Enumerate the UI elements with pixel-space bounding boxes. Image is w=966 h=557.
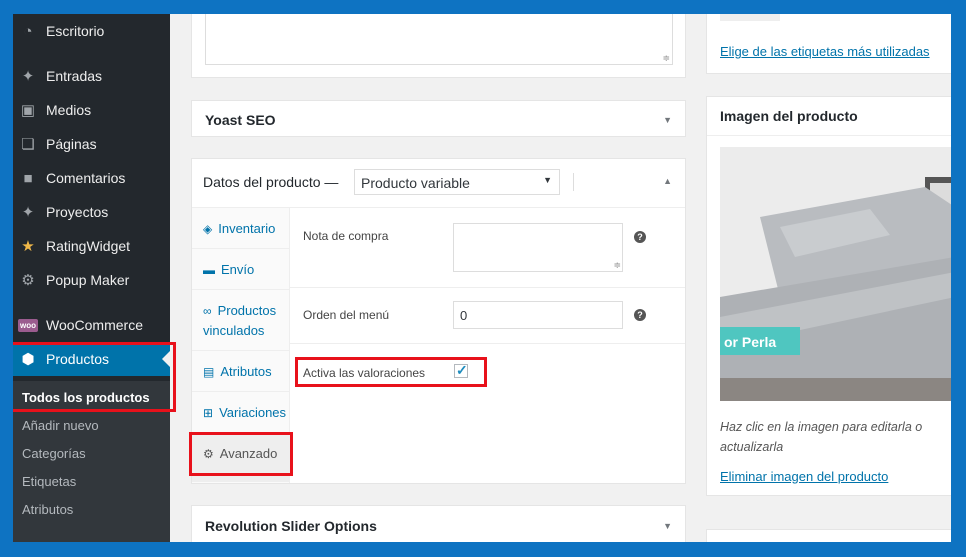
menu-item-medios[interactable]: ▣ Medios [13, 93, 170, 127]
woo-badge: woo [18, 318, 38, 332]
tab-variaciones[interactable]: ⊞ Variaciones [203, 403, 286, 423]
image-hint-text: Haz clic en la imagen para editarla o ac… [720, 420, 923, 454]
resize-handle-icon[interactable]: ≑ [662, 53, 670, 64]
divider [290, 287, 685, 288]
menu-label: Proyectos [46, 204, 109, 220]
product-image[interactable]: or Perla [720, 147, 951, 401]
wp-admin-window: ◔ Escritorio ✦ Entradas ▣ Medios ❏ Págin… [13, 14, 951, 542]
menu-item-comentarios[interactable]: ■ Comentarios [13, 161, 170, 195]
submenu-etiquetas[interactable]: Etiquetas [22, 474, 76, 489]
pushpin-icon: ✦ [21, 68, 35, 85]
caret-down-icon[interactable]: ▼ [663, 521, 672, 531]
menu-item-entradas[interactable]: ✦ Entradas [13, 59, 170, 93]
menu-label: Entradas [46, 68, 103, 84]
menu-order-input[interactable]: 0 [453, 301, 623, 329]
content-textarea[interactable]: ≑ [205, 14, 673, 65]
tab-label: Atributos [220, 364, 272, 379]
menu-label: WooCommerce [46, 317, 143, 333]
input-value: 0 [460, 308, 468, 323]
divider [192, 248, 289, 249]
highlight-avanzado [189, 432, 293, 476]
menu-label: Medios [46, 102, 92, 118]
menu-label: Popup Maker [46, 272, 130, 288]
remove-image-link[interactable]: Eliminar imagen del producto [720, 469, 888, 484]
pushpin-icon: ✦ [21, 204, 35, 221]
image-overlay-text: or Perla [724, 334, 776, 350]
grid-icon: ⊞ [203, 406, 214, 420]
tab-productos-vinculados[interactable]: ∞ Productos vinculados [203, 301, 287, 341]
tags-panel: Elige de las etiquetas más utilizadas [706, 14, 951, 74]
tab-label: Inventario [218, 221, 276, 236]
select-value: Producto variable [361, 175, 470, 191]
tab-label: Envío [221, 262, 255, 277]
menu-item-paginas[interactable]: ❏ Páginas [13, 127, 170, 161]
panel-title: Datos del producto — [203, 174, 339, 190]
resize-handle-icon[interactable]: ≑ [613, 260, 621, 271]
highlight-reviews [295, 357, 487, 387]
help-icon[interactable]: ? [634, 309, 646, 321]
truck-icon: ▬ [203, 263, 215, 277]
divider [192, 350, 289, 351]
menu-label: Escritorio [46, 23, 105, 39]
divider [192, 289, 289, 290]
menu-label: RatingWidget [46, 238, 131, 254]
divider [192, 391, 289, 392]
revslider-panel[interactable]: Revolution Slider Options ▼ [191, 505, 686, 542]
tag-icon: ◈ [203, 222, 213, 236]
pages-icon: ❏ [21, 136, 35, 153]
panel-title: Yoast SEO [205, 112, 276, 128]
highlight-productos [13, 342, 176, 412]
most-used-tags-link[interactable]: Elige de las etiquetas más utilizadas [720, 44, 930, 59]
submenu-categorias[interactable]: Categorías [22, 446, 86, 461]
media-icon: ▣ [20, 102, 36, 119]
star-icon: ★ [21, 238, 35, 255]
submenu-anadir-nuevo[interactable]: Añadir nuevo [22, 418, 99, 433]
caret-up-icon[interactable]: ▲ [663, 176, 672, 186]
tab-label: Variaciones [219, 405, 287, 420]
menu-item-proyectos[interactable]: ✦ Proyectos [13, 195, 170, 229]
product-type-select[interactable]: Producto variable ▼ [354, 169, 560, 195]
caret-down-icon[interactable]: ▼ [663, 115, 672, 125]
tab-label: Productos vinculados [203, 303, 277, 338]
menu-label: Páginas [46, 136, 97, 152]
divider [573, 173, 574, 191]
bed-photo: or Perla [720, 147, 951, 401]
comments-icon: ■ [23, 169, 33, 187]
purchase-note-label: Nota de compra [303, 229, 389, 243]
tab-envio[interactable]: ▬ Envío [203, 260, 254, 280]
menu-item-popup-maker[interactable]: ⚙ Popup Maker [13, 263, 170, 297]
chevron-down-icon: ▼ [543, 175, 552, 185]
menu-item-woocommerce[interactable]: woo WooCommerce [13, 308, 170, 342]
panel-title: Imagen del producto [720, 108, 858, 124]
divider [707, 135, 951, 136]
content-editor-panel: ≑ [191, 14, 686, 78]
gear-icon: ⚙ [21, 272, 35, 289]
help-icon[interactable]: ? [634, 231, 646, 243]
menu-item-ratingwidget[interactable]: ★ RatingWidget [13, 229, 170, 263]
menu-item-escritorio[interactable]: ◔ Escritorio [13, 14, 170, 48]
tab-atributos[interactable]: ▤ Atributos [203, 362, 272, 382]
yoast-seo-panel[interactable]: Yoast SEO ▼ [191, 100, 686, 137]
woo-icon: woo [18, 316, 38, 334]
list-icon: ▤ [203, 365, 215, 379]
next-panel [706, 529, 951, 542]
product-image-panel: Imagen del producto or Perla Haz clic en… [706, 96, 951, 496]
menu-label: Comentarios [46, 170, 126, 186]
panel-title: Revolution Slider Options [205, 518, 377, 534]
purchase-note-textarea[interactable]: ≑ [453, 223, 623, 272]
divider [290, 343, 685, 344]
admin-sidebar: ◔ Escritorio ✦ Entradas ▣ Medios ❏ Págin… [13, 14, 176, 542]
dashboard-icon: ◔ [23, 22, 33, 40]
link-icon: ∞ [203, 304, 212, 318]
submenu-atributos[interactable]: Atributos [22, 502, 73, 517]
tag-cloud-fragment [720, 14, 780, 21]
tab-inventario[interactable]: ◈ Inventario [203, 219, 275, 239]
menu-order-label: Orden del menú [303, 308, 390, 322]
